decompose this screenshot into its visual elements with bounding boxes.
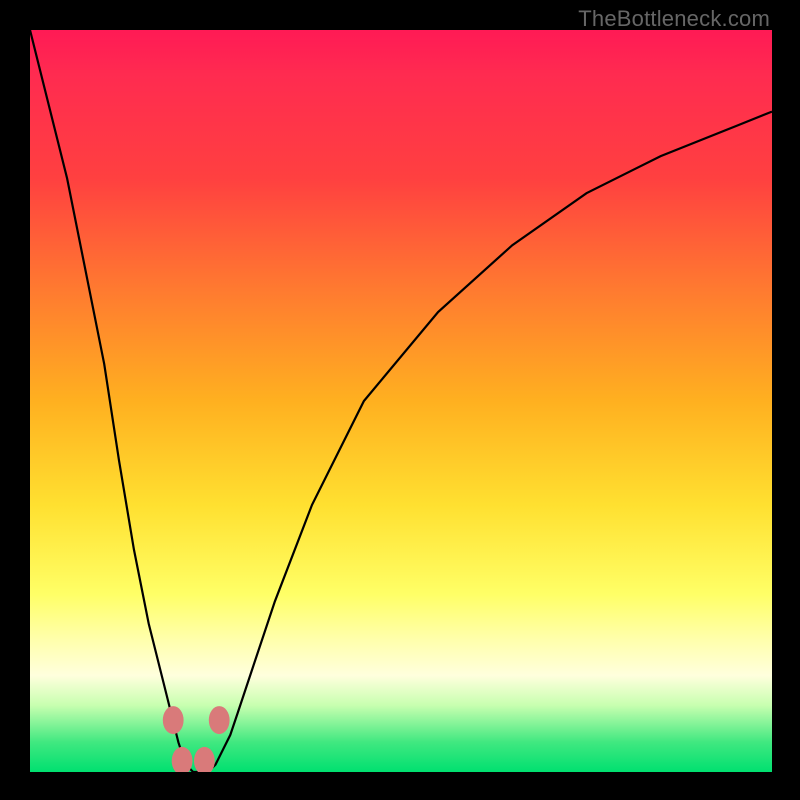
- bottleneck-curve: [30, 30, 772, 772]
- plot-area: [30, 30, 772, 772]
- chart-svg: [30, 30, 772, 772]
- marker-dot: [194, 747, 215, 772]
- marker-dot: [172, 747, 193, 772]
- chart-container: TheBottleneck.com: [0, 0, 800, 800]
- marker-dot: [163, 706, 184, 734]
- marker-group: [163, 706, 230, 772]
- marker-dot: [209, 706, 230, 734]
- watermark-text: TheBottleneck.com: [0, 6, 770, 32]
